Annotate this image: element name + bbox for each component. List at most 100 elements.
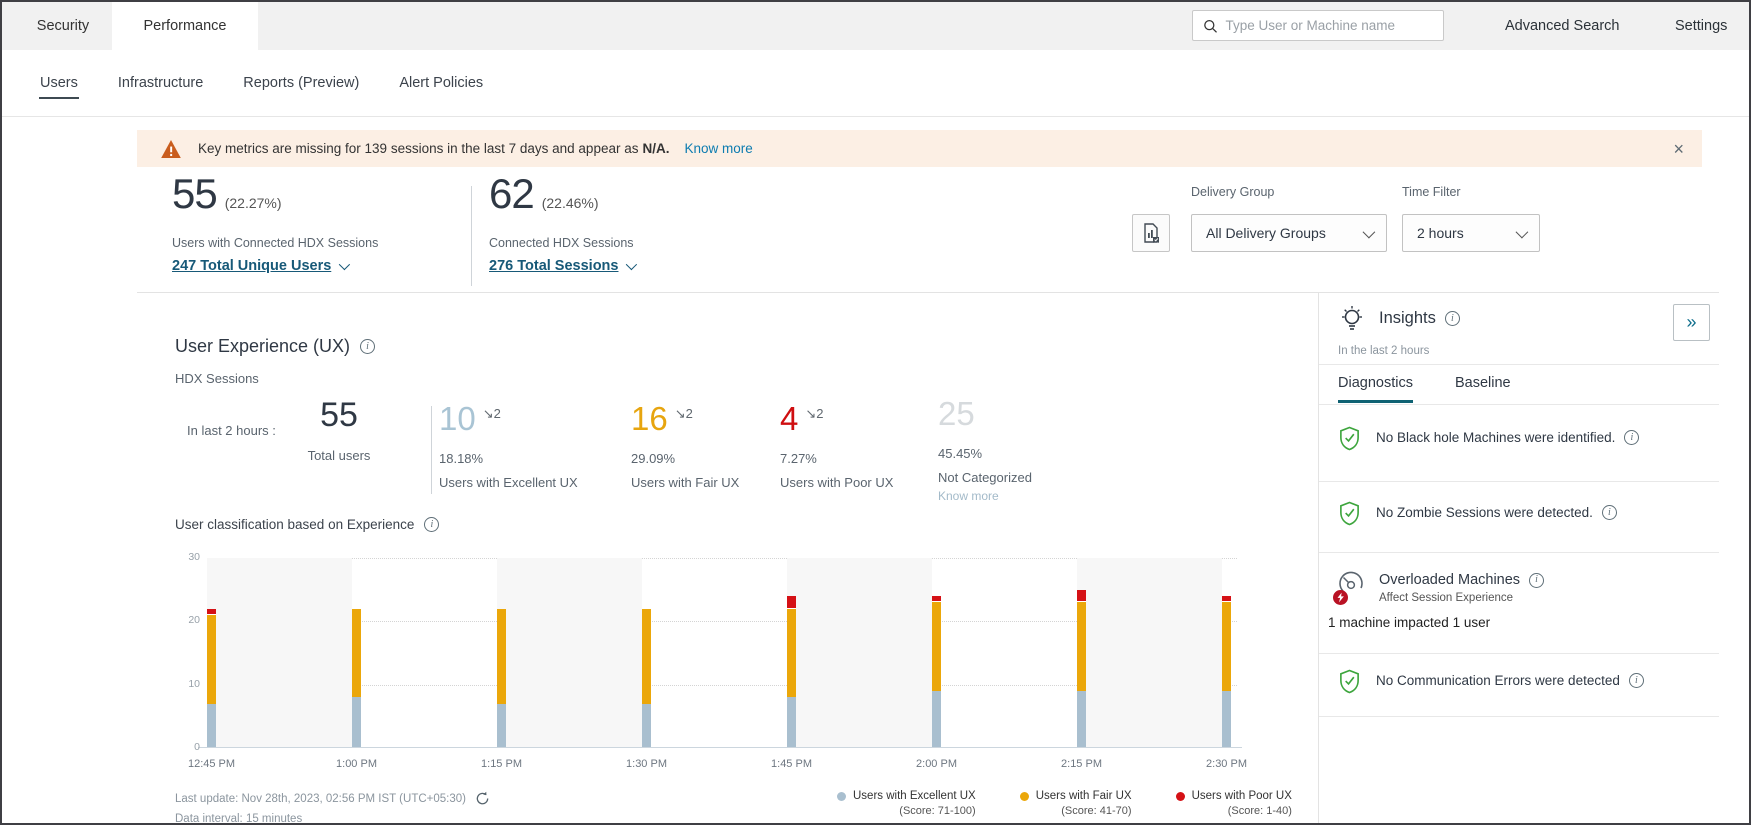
tab-baseline[interactable]: Baseline (1455, 375, 1511, 403)
tab-security[interactable]: Security (14, 2, 112, 50)
stacked-bar-1:00 PM[interactable] (352, 609, 361, 748)
chevron-down-icon (1363, 225, 1376, 238)
bar-segment (352, 697, 361, 748)
overloaded-machines-subtitle: Affect Session Experience (1379, 592, 1513, 604)
banner-close-icon[interactable]: × (1673, 140, 1684, 158)
advanced-search-link[interactable]: Advanced Search (1505, 2, 1619, 50)
diagnostic-communication-errors-text: No Communication Errors were detected (1376, 673, 1620, 688)
stacked-bar-1:30 PM[interactable] (642, 609, 651, 748)
excellent-pct: 18.18% (439, 451, 624, 466)
report-document-icon (1140, 222, 1162, 244)
panel-divider (1319, 653, 1719, 654)
info-icon[interactable] (424, 517, 439, 532)
connected-sessions-value: 62 (489, 172, 534, 216)
bar-segment (1222, 691, 1231, 748)
chart-column (497, 558, 642, 748)
overloaded-machines-text: Overloaded Machines (1379, 572, 1520, 588)
global-search[interactable] (1192, 10, 1444, 41)
legend-excellent[interactable]: Users with Excellent UX (Score: 71-100) (837, 790, 976, 817)
bar-segment (787, 697, 796, 748)
chart-column (1077, 558, 1222, 748)
app-window: Security Performance Advanced Search Set… (0, 0, 1751, 825)
tab-diagnostics[interactable]: Diagnostics (1338, 375, 1413, 403)
legend-dot-poor (1176, 792, 1185, 801)
overloaded-machine-icon (1336, 570, 1368, 602)
fair-value: 16 (631, 399, 668, 439)
subnav-users[interactable]: Users (39, 68, 79, 99)
stacked-bar-1:15 PM[interactable] (497, 609, 506, 748)
tab-performance[interactable]: Performance (112, 2, 258, 50)
bar-segment (642, 609, 651, 704)
stacked-bar-12:45 PM[interactable] (207, 609, 216, 748)
total-sessions-link[interactable]: 276 Total Sessions (489, 258, 634, 274)
y-axis-tick-label: 0 (194, 741, 200, 753)
legend-excellent-score: (Score: 71-100) (837, 805, 976, 817)
search-input[interactable] (1225, 18, 1433, 33)
banner-know-more-link[interactable]: Know more (684, 141, 752, 156)
ux-subtitle: HDX Sessions (175, 371, 259, 386)
connected-sessions-pct: (22.46%) (542, 195, 599, 211)
insights-collapse-button[interactable]: » (1673, 304, 1710, 341)
users-connected-value: 55 (172, 172, 217, 216)
shield-check-icon (1338, 426, 1361, 451)
info-icon[interactable] (1445, 311, 1460, 326)
chevron-down-icon (339, 259, 350, 270)
ux-divider (431, 406, 432, 494)
warning-banner: Key metrics are missing for 139 sessions… (137, 130, 1702, 167)
metric-excellent-ux: 10↘2 18.18% Users with Excellent UX (439, 394, 624, 490)
y-axis-tick-label: 30 (188, 551, 200, 563)
connected-sessions-label: Connected HDX Sessions (489, 236, 634, 250)
stacked-bar-2:15 PM[interactable] (1077, 590, 1086, 748)
excellent-label: Users with Excellent UX (439, 475, 624, 490)
subnav-alert-policies[interactable]: Alert Policies (398, 68, 484, 99)
insights-lightbulb-icon (1336, 302, 1368, 336)
poor-delta: ↘2 (805, 394, 823, 439)
info-icon[interactable] (1529, 573, 1544, 588)
stacked-bar-2:30 PM[interactable] (1222, 596, 1231, 748)
stacked-bar-2:00 PM[interactable] (932, 596, 941, 748)
bar-segment (787, 609, 796, 698)
not-categorized-label: Not Categorized (938, 470, 1123, 485)
stacked-bar-1:45 PM[interactable] (787, 596, 796, 748)
data-interval-text: Data interval: 15 minutes (175, 813, 302, 825)
insights-title: Insights (1379, 309, 1460, 328)
export-report-button[interactable] (1132, 214, 1170, 252)
last-update-row: Last update: Nov 28th, 2023, 02:56 PM IS… (175, 791, 490, 806)
delivery-group-dropdown[interactable]: All Delivery Groups (1191, 214, 1387, 252)
info-icon[interactable] (1624, 430, 1639, 445)
last-update-text: Last update: Nov 28th, 2023, 02:56 PM IS… (175, 793, 466, 805)
total-unique-users-link[interactable]: 247 Total Unique Users (172, 258, 347, 274)
info-icon[interactable] (1629, 673, 1644, 688)
legend-dot-excellent (837, 792, 846, 801)
not-categorized-pct: 45.45% (938, 446, 1123, 461)
panel-divider (1319, 716, 1719, 717)
x-axis-tick-label: 2:30 PM (1206, 758, 1247, 770)
bar-segment (497, 704, 506, 748)
legend-dot-fair (1020, 792, 1029, 801)
legend-fair[interactable]: Users with Fair UX (Score: 41-70) (1020, 790, 1132, 817)
settings-link[interactable]: Settings (1675, 2, 1727, 50)
not-categorized-know-more-link[interactable]: Know more (938, 489, 1123, 503)
not-categorized-value: 25 (938, 394, 975, 434)
metric-not-categorized: 25 45.45% Not Categorized Know more (938, 394, 1123, 503)
insights-panel-border (1318, 292, 1319, 823)
insights-title-text: Insights (1379, 309, 1436, 328)
subnav-infrastructure[interactable]: Infrastructure (117, 68, 204, 99)
bar-segment (932, 691, 941, 748)
time-filter-dropdown[interactable]: 2 hours (1402, 214, 1540, 252)
chevron-down-icon (1516, 225, 1529, 238)
bar-segment (207, 615, 216, 704)
legend-poor[interactable]: Users with Poor UX (Score: 1-40) (1176, 790, 1292, 817)
info-icon[interactable] (360, 339, 375, 354)
x-axis-tick-label: 2:15 PM (1061, 758, 1102, 770)
info-icon[interactable] (1602, 505, 1617, 520)
x-axis-tick-label: 1:00 PM (336, 758, 377, 770)
subnav-reports[interactable]: Reports (Preview) (242, 68, 360, 99)
search-icon (1203, 18, 1217, 34)
x-axis-tick-label: 12:45 PM (188, 758, 235, 770)
x-axis-line (198, 747, 1242, 748)
overloaded-machines-detail[interactable]: 1 machine impacted 1 user (1328, 615, 1490, 630)
refresh-icon[interactable] (475, 791, 490, 806)
users-sessions-stat: 55 (22.27%) (172, 172, 282, 216)
y-axis-tick-label: 20 (188, 614, 200, 626)
